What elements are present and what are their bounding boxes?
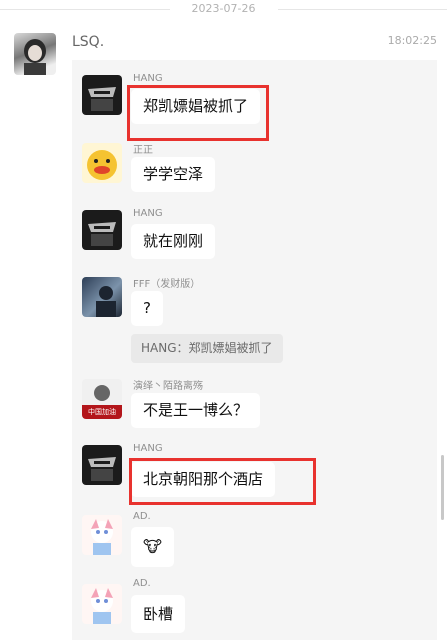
cow-emoji-icon[interactable]: 🐮: [131, 527, 174, 567]
ad-avatar-icon[interactable]: [82, 515, 122, 555]
date-divider-right: [278, 9, 447, 10]
sender-name-label: 演绎丶陌路离殇: [133, 381, 203, 392]
sender-name-label: HANG: [133, 443, 163, 454]
message-bubble[interactable]: 卧槽: [131, 595, 186, 633]
highlight-box: [129, 458, 316, 505]
hang-avatar-icon[interactable]: [82, 445, 122, 485]
sender-name-label: AD.: [133, 578, 151, 589]
sender-name[interactable]: LSQ.: [72, 34, 104, 50]
sender-name-label: AD.: [133, 511, 151, 522]
message-bubble[interactable]: ?: [131, 291, 163, 326]
sender-name-label: 正正: [133, 145, 153, 156]
quoted-message[interactable]: HANG：郑凯嫖娼被抓了: [131, 334, 283, 363]
sender-name-label: HANG: [133, 73, 163, 84]
hang-avatar-icon[interactable]: [82, 75, 122, 115]
message-bubble[interactable]: 学学空泽: [131, 157, 216, 192]
duck-avatar-icon[interactable]: [82, 143, 122, 183]
ad-avatar-icon[interactable]: [82, 584, 122, 624]
hang-avatar-icon[interactable]: [82, 210, 122, 250]
fff-avatar-icon[interactable]: [82, 277, 122, 317]
message-timestamp: 18:02:25: [387, 34, 437, 47]
message-bubble[interactable]: 不是王一博么？: [131, 393, 261, 428]
forwarded-chat-record[interactable]: HANG 郑凯嫖娼被抓了 正正 学学空泽 HANG 就在刚刚 FFF（发财版） …: [72, 60, 437, 640]
sender-name-label: HANG: [133, 208, 163, 219]
sender-avatar[interactable]: [14, 33, 56, 75]
message-bubble[interactable]: 就在刚刚: [131, 224, 216, 259]
sender-name-label: FFF（发财版）: [133, 279, 201, 290]
avatar-badge-text: 中国加油: [88, 408, 116, 416]
scrollbar[interactable]: [441, 455, 444, 520]
yanyi-avatar-icon[interactable]: 中国加油: [82, 379, 122, 419]
highlight-box: [127, 85, 269, 141]
